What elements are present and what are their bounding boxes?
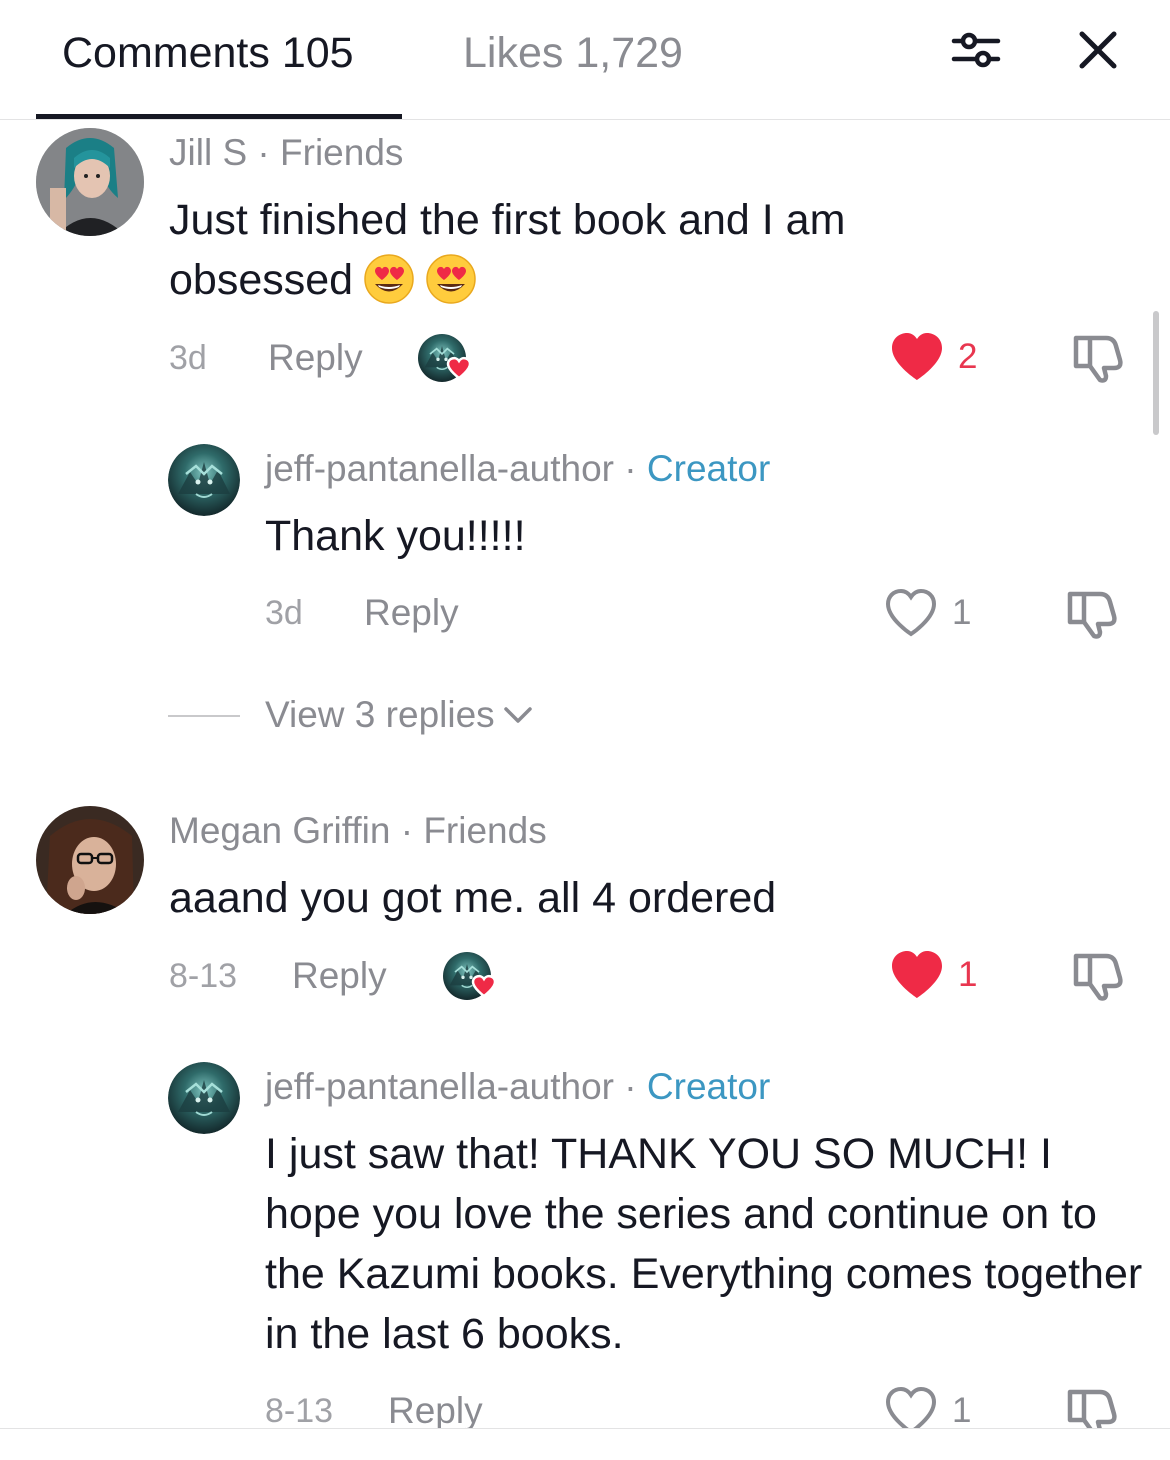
- comment-time: 8-13: [169, 957, 238, 995]
- heart-outline-icon: [885, 588, 937, 637]
- reply-text: I just saw that! THANK YOU SO MUCH! I ho…: [265, 1130, 1143, 1358]
- dislike-button[interactable]: [1062, 586, 1120, 640]
- dislike-icon: [1062, 586, 1120, 640]
- reply-button[interactable]: Reply: [292, 954, 387, 998]
- scrollbar[interactable]: [1153, 311, 1159, 435]
- heart-eyes-emoji: [425, 253, 477, 305]
- separator: ·: [390, 810, 424, 851]
- avatar-jeff-pantanella-author[interactable]: [168, 1062, 240, 1134]
- like-count: 1: [952, 593, 972, 632]
- dislike-icon: [1068, 948, 1126, 1002]
- reply-button[interactable]: Reply: [388, 1389, 483, 1433]
- like-button[interactable]: 1: [884, 588, 971, 638]
- heart-filled-icon: [892, 333, 942, 380]
- relation-label: Friends: [280, 132, 404, 173]
- tab-likes[interactable]: Likes 1,729: [463, 28, 683, 78]
- relation-label: Friends: [423, 810, 547, 851]
- reply-button[interactable]: Reply: [364, 591, 459, 635]
- comment-text: aaand you got me. all 4 ordered: [169, 874, 777, 922]
- view-replies-line: [168, 715, 240, 717]
- author-name[interactable]: Megan Griffin: [169, 810, 390, 851]
- creator-heart-icon: [443, 952, 497, 1000]
- reply-time: 8-13: [265, 1392, 334, 1430]
- like-button[interactable]: 2: [890, 332, 977, 382]
- comment-text: Just finished the first book and I am ob…: [169, 190, 969, 310]
- filter-icon: [951, 32, 1001, 68]
- creator-heart-icon: [418, 334, 472, 382]
- separator: ·: [247, 132, 281, 173]
- creator-liked-badge[interactable]: [418, 334, 472, 382]
- avatar-jill-s[interactable]: [36, 128, 144, 236]
- dislike-button[interactable]: [1068, 330, 1126, 384]
- separator: ·: [614, 448, 647, 489]
- reply-author[interactable]: jeff-pantanella-author · Creator: [265, 447, 770, 491]
- separator: ·: [614, 1066, 647, 1107]
- comment-time: 3d: [169, 339, 207, 377]
- comment-author[interactable]: Megan Griffin · Friends: [169, 809, 547, 853]
- creator-badge: Creator: [646, 448, 771, 489]
- dislike-button[interactable]: [1068, 948, 1126, 1002]
- view-replies-button[interactable]: View 3 replies: [265, 693, 535, 737]
- close-icon: [1079, 31, 1117, 69]
- reply-text: Thank you!!!!!: [265, 512, 526, 560]
- avatar-image: [36, 128, 144, 236]
- avatar-jeff-pantanella-author[interactable]: [168, 444, 240, 516]
- author-name[interactable]: Jill S: [169, 132, 247, 173]
- filter-button[interactable]: [946, 24, 1006, 76]
- avatar-image: [168, 444, 240, 516]
- avatar-image: [168, 1062, 240, 1134]
- heart-filled-icon: [892, 951, 942, 998]
- author-name[interactable]: jeff-pantanella-author: [265, 1066, 614, 1107]
- close-button[interactable]: [1068, 24, 1128, 76]
- creator-liked-badge[interactable]: [443, 952, 497, 1000]
- comment-text-body: Just finished the first book and I am ob…: [169, 196, 846, 304]
- like-count: 2: [958, 337, 978, 376]
- tab-comments[interactable]: Comments 105: [62, 28, 354, 78]
- bottom-divider: [0, 1428, 1170, 1460]
- chevron-down-icon: [503, 707, 532, 723]
- reply-time: 3d: [265, 594, 303, 632]
- view-replies-label: View 3 replies: [265, 694, 495, 735]
- heart-eyes-emoji: [363, 253, 415, 305]
- like-button[interactable]: 1: [890, 950, 977, 1000]
- header-divider: [0, 119, 1170, 120]
- avatar-image: [36, 806, 144, 914]
- like-count: 1: [958, 955, 978, 994]
- reply-button[interactable]: Reply: [268, 336, 363, 380]
- like-count: 1: [952, 1391, 972, 1430]
- comment-author[interactable]: Jill S · Friends: [169, 131, 403, 175]
- reply-author[interactable]: jeff-pantanella-author · Creator: [265, 1065, 770, 1109]
- avatar-megan-griffin[interactable]: [36, 806, 144, 914]
- author-name[interactable]: jeff-pantanella-author: [265, 448, 614, 489]
- creator-badge: Creator: [646, 1066, 771, 1107]
- dislike-icon: [1068, 330, 1126, 384]
